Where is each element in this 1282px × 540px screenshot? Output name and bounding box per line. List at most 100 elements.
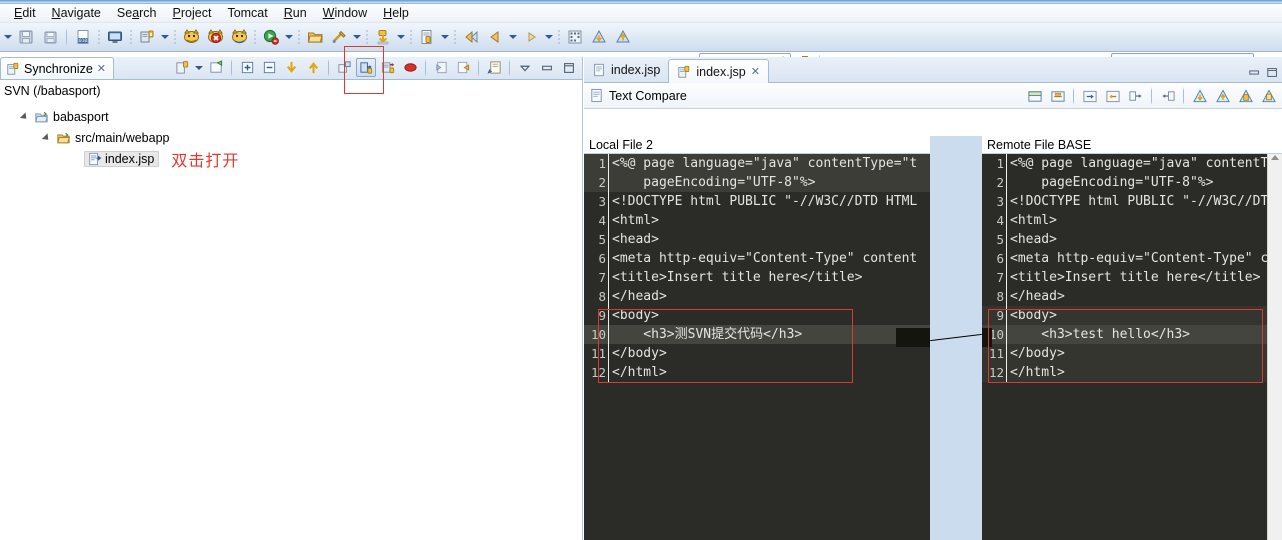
- right-code-line[interactable]: 8 </head>: [982, 287, 1267, 306]
- editor-tab-index-jsp-compare[interactable]: index.jsp ✕: [668, 59, 769, 83]
- right-pane-scrollbar[interactable]: [1267, 154, 1282, 540]
- collapse-all-button[interactable]: [259, 58, 279, 77]
- tomcat-restart-icon[interactable]: [228, 26, 250, 48]
- copy-all-left-to-right-button[interactable]: [1079, 86, 1100, 106]
- copy-current-change-ltr-button[interactable]: [1157, 86, 1178, 106]
- copy-all-right-to-left-button[interactable]: [1102, 86, 1123, 106]
- close-icon[interactable]: ✕: [751, 65, 760, 78]
- expand-all-button[interactable]: [237, 58, 257, 77]
- copy-current-change-rtl-button[interactable]: [1125, 86, 1146, 106]
- close-icon[interactable]: ✕: [97, 62, 106, 75]
- left-code-line[interactable]: 10 <h3>测SVN提交代码</h3>: [584, 325, 930, 344]
- right-pane-code[interactable]: 1 <%@ page language="java" contentTyp 2 pa…: [982, 154, 1267, 540]
- debug-bug-icon[interactable]: [328, 26, 350, 48]
- next-problem-icon[interactable]: [612, 26, 634, 48]
- svn-update-icon[interactable]: [372, 26, 394, 48]
- previous-difference-button[interactable]: [1212, 86, 1233, 106]
- menu-item-search[interactable]: Search: [109, 5, 165, 21]
- update-dropdown-arrow-icon[interactable]: [395, 26, 407, 48]
- update-all-button[interactable]: [356, 58, 376, 77]
- tomcat-stop-icon[interactable]: [204, 26, 226, 48]
- console-icon[interactable]: [104, 26, 126, 48]
- tab-synchronize[interactable]: Synchronize ✕: [0, 57, 115, 79]
- all-changes-button[interactable]: [334, 58, 354, 77]
- ignore-whitespace-button[interactable]: [1047, 86, 1068, 106]
- maximize-button[interactable]: [1266, 67, 1279, 78]
- commit-all-button[interactable]: [378, 58, 398, 77]
- svn-commit-key-icon[interactable]: [416, 26, 438, 48]
- chevron-down-icon[interactable]: [193, 57, 205, 79]
- commit-key-dropdown-arrow-icon[interactable]: [439, 26, 451, 48]
- show-annotation-button[interactable]: [484, 58, 504, 77]
- right-code-line[interactable]: 4 <html>: [982, 211, 1267, 230]
- left-code-line[interactable]: 11 </body>: [584, 344, 930, 363]
- next-change-button[interactable]: [453, 58, 473, 77]
- right-code-line[interactable]: 10 <h3>test hello</h3>: [982, 325, 1267, 344]
- incoming-mode-button[interactable]: [281, 58, 301, 77]
- back-dropdown-arrow-icon[interactable]: [507, 26, 519, 48]
- sync-modes-button[interactable]: [172, 58, 192, 77]
- maximize-button[interactable]: [559, 58, 579, 77]
- previous-annotation-icon[interactable]: [588, 26, 610, 48]
- previous-change-button[interactable]: [431, 58, 451, 77]
- tree-item-index-jsp[interactable]: index.jsp 双击打开: [0, 148, 582, 170]
- save-all-button[interactable]: [39, 26, 61, 48]
- outgoing-mode-button[interactable]: [303, 58, 323, 77]
- next-difference-button[interactable]: [1189, 86, 1210, 106]
- left-code-line[interactable]: 12 </html>: [584, 363, 930, 382]
- run-dropdown-arrow-icon[interactable]: [283, 26, 295, 48]
- forward-dropdown-arrow-icon[interactable]: [543, 26, 555, 48]
- toolbar-overflow-arrow-icon[interactable]: [2, 26, 14, 48]
- menu-item-navigate[interactable]: Navigate: [44, 5, 109, 21]
- back-arrow-2-icon[interactable]: [484, 26, 506, 48]
- right-code-line[interactable]: 7 <title>Insert title here</title>: [982, 268, 1267, 287]
- left-code-line[interactable]: 5 <head>: [584, 230, 930, 249]
- previous-change-button[interactable]: [1258, 86, 1279, 106]
- forward-arrow-icon[interactable]: [520, 26, 542, 48]
- scroll-up-arrow-icon[interactable]: [1271, 155, 1279, 160]
- menu-item-project[interactable]: Project: [165, 5, 220, 21]
- right-code-line[interactable]: 11 </body>: [982, 344, 1267, 363]
- expand-twisty-icon-2[interactable]: [40, 132, 52, 144]
- tomcat-start-icon[interactable]: [180, 26, 202, 48]
- switch-layout-button[interactable]: [1024, 86, 1045, 106]
- open-folder-icon[interactable]: [304, 26, 326, 48]
- tree-item-src-main-webapp[interactable]: src/main/webapp: [0, 127, 582, 148]
- menu-item-help[interactable]: Help: [375, 5, 417, 21]
- left-code-line[interactable]: 4 <html>: [584, 211, 930, 230]
- menu-item-window[interactable]: Window: [315, 5, 375, 21]
- left-code-line[interactable]: 8 </head>: [584, 287, 930, 306]
- binary-icon[interactable]: 010: [72, 26, 94, 48]
- minimize-button[interactable]: [537, 58, 557, 77]
- left-code-line[interactable]: 3 <!DOCTYPE html PUBLIC "-//W3C//DTD HTML: [584, 192, 930, 211]
- remove-from-view-button[interactable]: [400, 58, 420, 77]
- commit-dropdown-arrow-icon[interactable]: [159, 26, 171, 48]
- tree-item-selected-index-jsp[interactable]: index.jsp: [84, 150, 160, 167]
- minimize-button[interactable]: [1248, 67, 1261, 78]
- left-code-line[interactable]: 2 pageEncoding="UTF-8"%>: [584, 173, 930, 192]
- pin-button[interactable]: [206, 58, 226, 77]
- right-code-line[interactable]: 3 <!DOCTYPE html PUBLIC "-//W3C//DTD: [982, 192, 1267, 211]
- diff-gutter[interactable]: [930, 136, 982, 540]
- next-change-button[interactable]: [1235, 86, 1256, 106]
- left-code-line[interactable]: 7 <title>Insert title here</title>: [584, 268, 930, 287]
- save-button[interactable]: [15, 26, 37, 48]
- back-arrow-icon[interactable]: [460, 26, 482, 48]
- next-annotation-icon[interactable]: [564, 26, 586, 48]
- svn-commit-icon[interactable]: [136, 26, 158, 48]
- right-code-line[interactable]: 9 <body>: [982, 306, 1267, 325]
- tree-item-babasport[interactable]: babasport: [0, 106, 582, 127]
- view-menu-button[interactable]: [515, 58, 535, 77]
- right-code-line[interactable]: 1 <%@ page language="java" contentTyp: [982, 154, 1267, 173]
- expand-twisty-icon[interactable]: [18, 111, 30, 123]
- right-code-line[interactable]: 5 <head>: [982, 230, 1267, 249]
- menu-item-run[interactable]: Run: [276, 5, 315, 21]
- left-code-line[interactable]: 9 <body>: [584, 306, 930, 325]
- run-icon[interactable]: [260, 26, 282, 48]
- right-code-line[interactable]: 2 pageEncoding="UTF-8"%>: [982, 173, 1267, 192]
- menu-item-tomcat[interactable]: Tomcat: [219, 5, 275, 21]
- editor-tab-index-jsp[interactable]: index.jsp: [584, 58, 668, 82]
- menu-item-edit[interactable]: Edit: [6, 5, 44, 21]
- left-pane-code[interactable]: 1 <%@ page language="java" contentType="t…: [584, 154, 930, 540]
- debug-dropdown-arrow-icon[interactable]: [351, 26, 363, 48]
